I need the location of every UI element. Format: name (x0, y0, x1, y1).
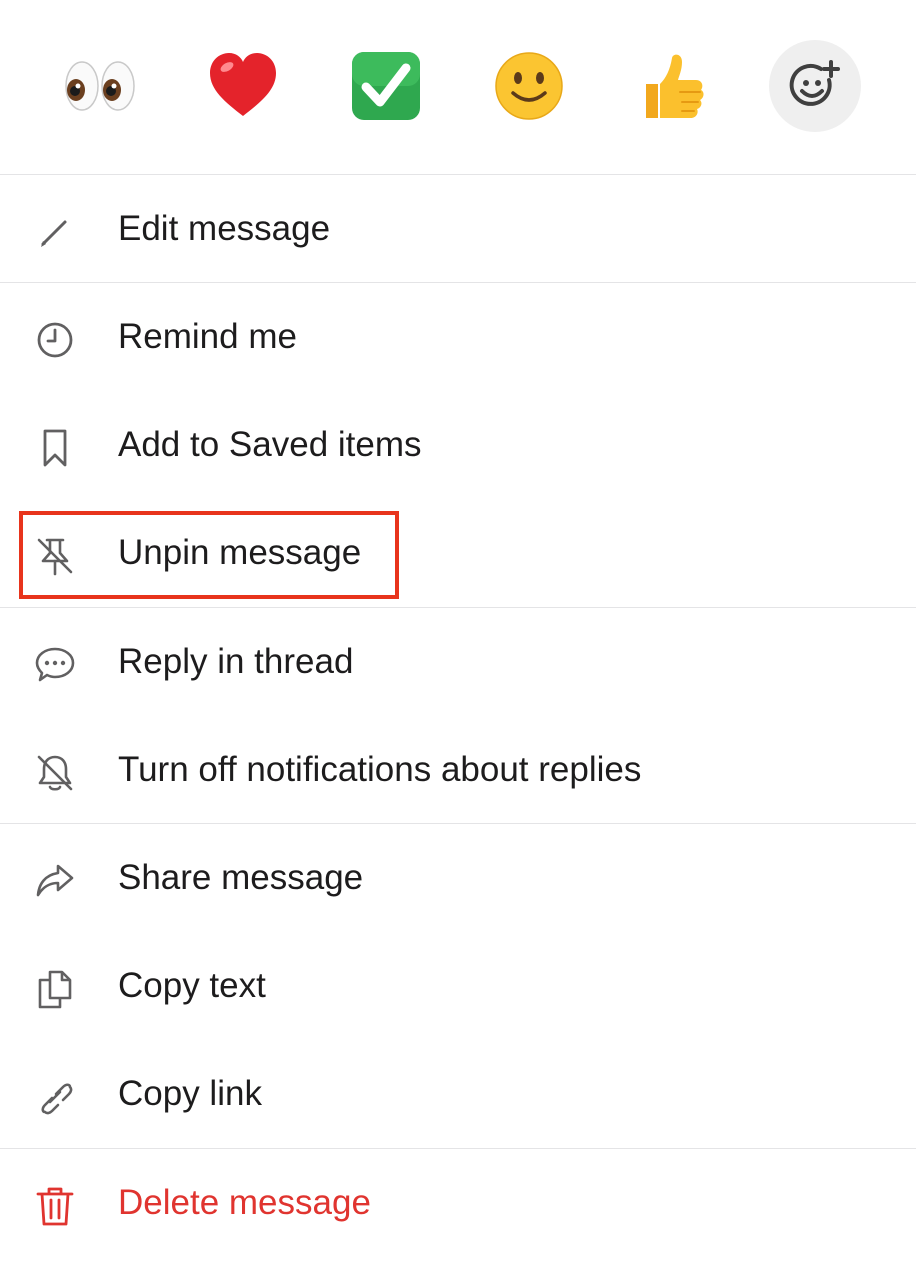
unpin-icon (34, 535, 76, 577)
copy-link-label: Copy link (118, 1074, 262, 1113)
delete-message-item[interactable]: Delete message (0, 1149, 916, 1257)
smiling-face-emoji (495, 52, 563, 120)
remind-me-label: Remind me (118, 317, 297, 356)
check-mark-reaction-button[interactable] (340, 40, 432, 132)
speech-bubble-icon (34, 644, 76, 686)
eyes-reaction-button[interactable] (54, 40, 146, 132)
eyes-emoji (65, 61, 135, 111)
check-mark-emoji (352, 52, 420, 120)
add-to-saved-items-item[interactable]: Add to Saved items (0, 391, 916, 499)
clock-icon (34, 319, 76, 361)
edit-message-item[interactable]: Edit message (0, 175, 916, 283)
add-to-saved-items-label: Add to Saved items (118, 425, 422, 464)
link-icon (34, 1076, 76, 1118)
reply-in-thread-item[interactable]: Reply in thread (0, 608, 916, 716)
copy-link-item[interactable]: Copy link (0, 1040, 916, 1148)
heart-reaction-button[interactable] (197, 40, 289, 132)
turn-off-notifications-item[interactable]: Turn off notifications about replies (0, 716, 916, 824)
share-arrow-icon (34, 860, 76, 902)
share-message-label: Share message (118, 858, 364, 897)
thumbs-up-emoji (646, 54, 704, 118)
share-message-item[interactable]: Share message (0, 824, 916, 932)
reply-in-thread-label: Reply in thread (118, 642, 354, 681)
bell-off-icon (34, 752, 76, 794)
edit-message-label: Edit message (118, 209, 331, 248)
reaction-bar (0, 0, 916, 175)
add-reaction-button[interactable] (769, 40, 861, 132)
copy-document-icon (34, 968, 76, 1010)
remind-me-item[interactable]: Remind me (0, 283, 916, 391)
unpin-message-label: Unpin message (118, 533, 362, 572)
pencil-icon (34, 211, 76, 253)
trash-icon (34, 1185, 76, 1227)
delete-message-label: Delete message (118, 1183, 371, 1222)
unpin-message-item[interactable]: Unpin message (0, 499, 916, 607)
thumbs-up-reaction-button[interactable] (626, 40, 718, 132)
add-reaction-icon (789, 60, 840, 106)
heart-emoji (210, 53, 276, 116)
turn-off-notifications-label: Turn off notifications about replies (118, 750, 642, 789)
smiling-face-reaction-button[interactable] (483, 40, 575, 132)
bookmark-icon (34, 427, 76, 469)
copy-text-label: Copy text (118, 966, 266, 1005)
copy-text-item[interactable]: Copy text (0, 932, 916, 1040)
